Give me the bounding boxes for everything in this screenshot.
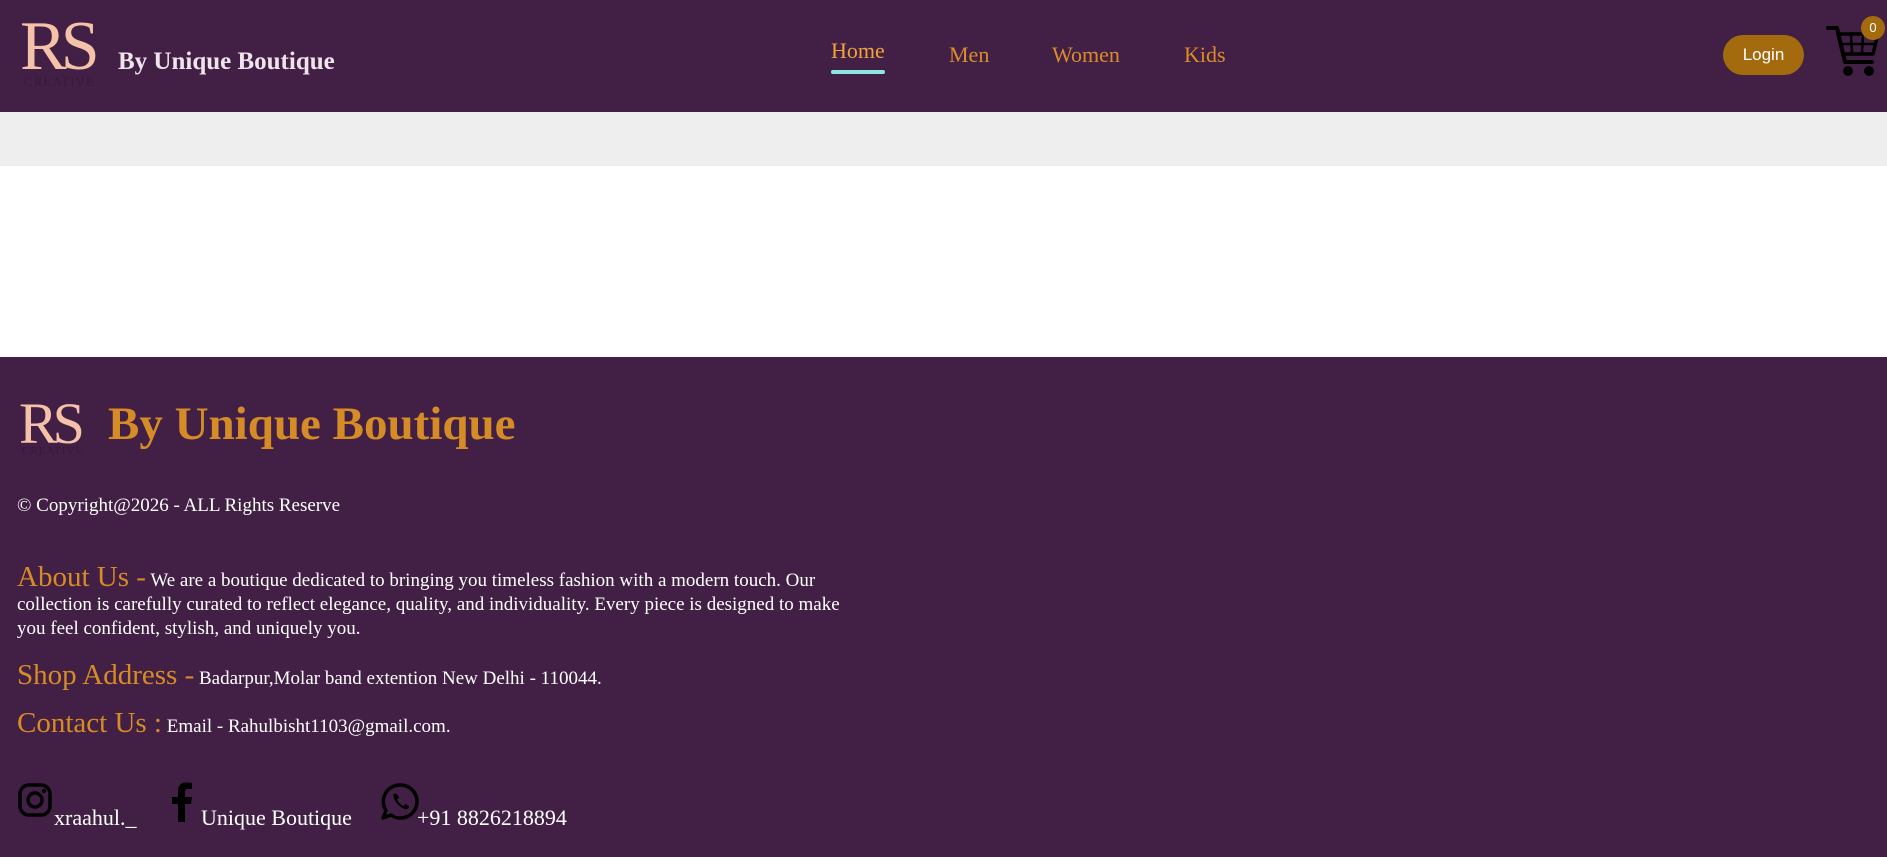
address-text: Badarpur,Molar band extention New Delhi …	[198, 668, 602, 689]
footer-logo: RS CREATIVE	[19, 395, 95, 458]
whatsapp-number: +91 8826218894	[417, 805, 567, 830]
instagram-icon	[18, 783, 52, 817]
instagram-link[interactable]: xraahul._	[17, 782, 147, 832]
address-section: Shop Address - Badarpur,Molar band exten…	[17, 659, 602, 692]
cart-count-badge: 0	[1861, 16, 1885, 40]
facebook-page-name: Unique Boutique	[201, 805, 352, 830]
instagram-handle: xraahul._	[54, 805, 137, 830]
nav-women-link[interactable]: Women	[1052, 42, 1120, 68]
contact-text: Email - Rahulbisht1103@gmail.com.	[166, 716, 451, 737]
whatsapp-link[interactable]: +91 8826218894	[380, 782, 580, 832]
nav-home-label: Home	[831, 38, 885, 63]
about-title: About Us -	[17, 561, 146, 593]
login-button[interactable]: Login	[1723, 35, 1804, 75]
contact-section: Contact Us : Email - Rahulbisht1103@gmai…	[17, 707, 451, 740]
nav-home-link[interactable]: Home	[831, 38, 885, 74]
about-section: About Us - We are a boutique dedicated t…	[17, 563, 859, 641]
whatsapp-icon	[381, 783, 419, 820]
nav-menu: Home Men Women Kids	[0, 36, 1887, 76]
address-title: Shop Address -	[17, 659, 195, 691]
nav-kids-link[interactable]: Kids	[1184, 42, 1226, 68]
facebook-icon	[172, 782, 192, 822]
active-nav-underline	[831, 70, 885, 74]
contact-title: Contact Us :	[17, 707, 162, 739]
nav-men-link[interactable]: Men	[949, 42, 989, 68]
facebook-link[interactable]: Unique Boutique	[170, 782, 370, 832]
footer-brand-name: By Unique Boutique	[108, 398, 516, 450]
footer: RS CREATIVE By Unique Boutique © Copyrig…	[0, 357, 1887, 857]
logo-subtext: CREATIVE	[24, 74, 95, 89]
copyright-text: © Copyright@2026 - ALL Rights Reserve	[17, 495, 341, 516]
content-band	[0, 112, 1887, 166]
navbar: RS CREATIVE By Unique Boutique Home Men …	[0, 0, 1887, 112]
footer-logo-subtext: CREATIVE	[22, 445, 84, 457]
